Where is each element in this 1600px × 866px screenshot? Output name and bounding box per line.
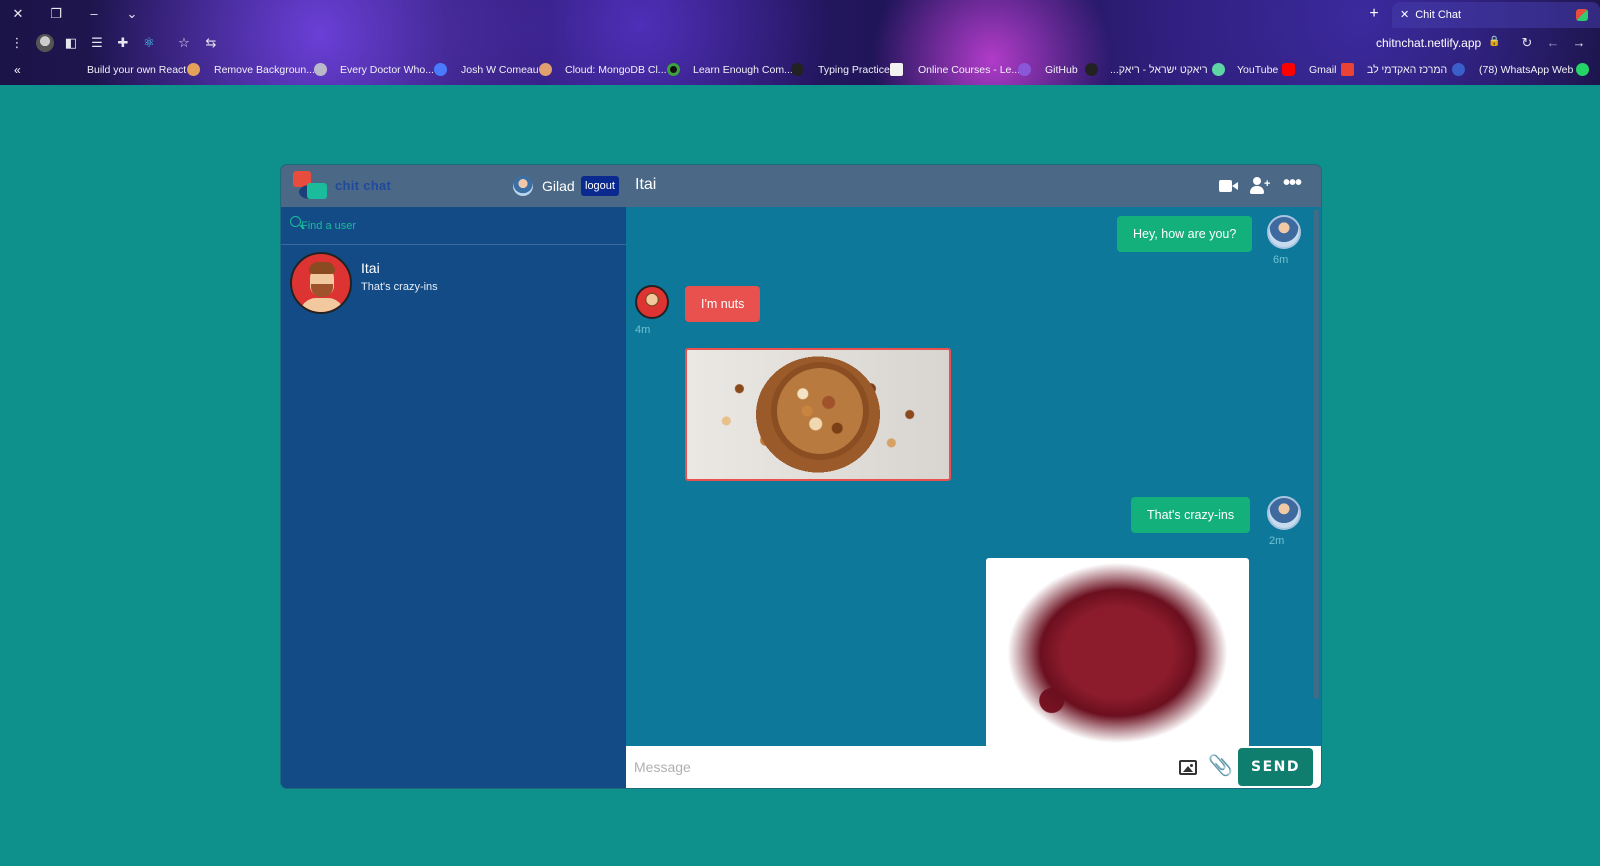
bookmark-item[interactable]: GitHub [1045,64,1078,76]
bookmark-item[interactable]: Every Doctor Who... [340,64,434,76]
bookmark-favicon-icon [314,63,327,76]
message-input[interactable] [634,756,1154,778]
tab-favicon-icon [1576,9,1588,21]
message-list: Hey, how are you? 6m 4m I'm nuts That's … [626,207,1314,746]
reading-list-icon[interactable]: ☰ [88,34,106,52]
tab-chit-chat[interactable]: ✕ Chit Chat [1392,2,1600,28]
gmail-favicon-icon [1341,63,1354,76]
extensions-puzzle-icon[interactable]: ✚ [114,34,132,52]
tab-title: Chit Chat [1415,9,1462,21]
contact-avatar [290,252,352,314]
bookmark-favicon-icon [187,63,200,76]
bookmark-favicon-icon [434,63,447,76]
send-button[interactable]: SEND [1238,748,1313,786]
current-user-avatar [513,176,533,196]
paperclip-icon[interactable]: 📎 [1208,756,1233,776]
bookmark-item[interactable]: YouTube [1237,64,1278,76]
bookmark-item[interactable]: Learn Enough Com... [693,64,793,76]
image-upload-icon[interactable] [1179,760,1197,775]
chit-chat-logo-icon [293,171,327,201]
contact-last-message: That's crazy-ins [361,281,438,293]
add-user-icon[interactable]: + [1250,177,1270,195]
menu-dots-icon[interactable]: ⋮ [8,34,26,52]
bookmark-favicon-icon [667,63,680,76]
bookmark-favicon-icon [791,63,804,76]
back-arrow-icon[interactable]: ← [1544,34,1562,52]
bookmark-item[interactable]: Cloud: MongoDB Cl... [565,64,667,76]
bookmark-item[interactable]: Build your own React [87,64,186,76]
message-bubble-sent: Hey, how are you? [1117,216,1253,252]
message-bubble-sent: That's crazy-ins [1131,497,1251,533]
message-time: 4m [635,324,651,336]
bookmarks-bar: « Build your own React Remove Backgroun.… [0,57,1600,84]
lock-icon[interactable]: 🔒 [1488,36,1500,47]
share-icon[interactable]: ⇆ [202,34,220,52]
search-icon [290,216,301,227]
current-user-name: Gilad [542,178,575,194]
tab-search-chevron-icon[interactable]: ⌄ [122,4,142,24]
close-tab-icon[interactable]: ✕ [1400,9,1409,21]
image-message-cranberries[interactable] [986,558,1249,746]
bookmark-item[interactable]: Remove Backgroun... [214,64,315,76]
bookmark-item[interactable]: המרכז האקדמי לב [1367,64,1447,76]
bookmark-item[interactable]: (78) WhatsApp Web [1479,64,1573,76]
restore-window-icon[interactable]: ❐ [46,4,66,24]
chat-header: Itai + ••• [626,165,1321,207]
whatsapp-favicon-icon [1576,63,1589,76]
bookmark-item[interactable]: Online Courses - Le... [918,64,1020,76]
bookmarks-expand-icon[interactable]: « [14,63,21,77]
contact-name: Itai [361,260,380,276]
bookmark-item[interactable]: Typing Practice [818,64,890,76]
chat-title: Itai [635,176,657,193]
sidebar-header: chit chat Gilad logout [281,165,626,207]
react-devtools-icon[interactable]: ⚛ [140,34,158,52]
message-time: 6m [1273,254,1289,266]
bookmark-favicon-icon [890,63,903,76]
chat-panel: Itai + ••• Hey, how are you? 6m 4m I'm n… [626,165,1321,788]
video-call-icon[interactable] [1219,177,1239,195]
message-time: 2m [1269,535,1285,547]
logout-button[interactable]: logout [581,176,619,196]
address-bar: ⋮ ◧ ☰ ✚ ⚛ ☆ ⇆ chitnchat.netlify.app 🔒 ↻ … [0,29,1600,57]
youtube-favicon-icon [1282,63,1295,76]
message-bubble-received: I'm nuts [685,286,761,322]
bookmark-item[interactable]: ...ריאקט ישראל - ריאק [1110,64,1208,76]
sender-avatar [1267,496,1301,530]
bookmark-favicon-icon [1452,63,1465,76]
bookmark-item[interactable]: Gmail [1309,64,1336,76]
forward-arrow-icon[interactable]: → [1570,34,1588,52]
brand-name: chit chat [335,178,392,193]
bookmark-item[interactable]: Josh W Comeau [461,64,539,76]
bookmark-star-icon[interactable]: ☆ [175,34,193,52]
side-panel-icon[interactable]: ◧ [62,34,80,52]
message-composer: 📎 SEND [626,746,1321,788]
sidebar: chit chat Gilad logout Itai That's crazy… [281,165,626,788]
contact-item-itai[interactable]: Itai That's crazy-ins [281,246,626,318]
title-bar: ✕ ❐ – ⌄ + ✕ Chit Chat [0,0,1600,28]
reload-icon[interactable]: ↻ [1518,34,1536,52]
messages-scrollbar[interactable] [1314,209,1319,699]
url-text[interactable]: chitnchat.netlify.app [1376,36,1481,50]
bookmark-favicon-icon [539,63,552,76]
github-favicon-icon [1085,63,1098,76]
find-user-input[interactable] [301,217,611,235]
new-tab-icon[interactable]: + [1364,4,1384,24]
bookmark-favicon-icon [1018,63,1031,76]
sender-avatar [635,285,669,319]
chat-app: chit chat Gilad logout Itai That's crazy… [281,165,1321,788]
browser-chrome: ✕ ❐ – ⌄ + ✕ Chit Chat ⋮ ◧ ☰ ✚ ⚛ ☆ ⇆ chitn… [0,0,1600,85]
bookmark-favicon-icon [1212,63,1225,76]
image-message-nuts[interactable] [685,348,951,481]
more-options-icon[interactable]: ••• [1283,173,1303,195]
sender-avatar [1267,215,1301,249]
user-search [281,207,626,245]
minimize-window-icon[interactable]: – [84,4,104,24]
profile-avatar-icon[interactable] [36,34,54,52]
close-window-icon[interactable]: ✕ [8,4,28,24]
